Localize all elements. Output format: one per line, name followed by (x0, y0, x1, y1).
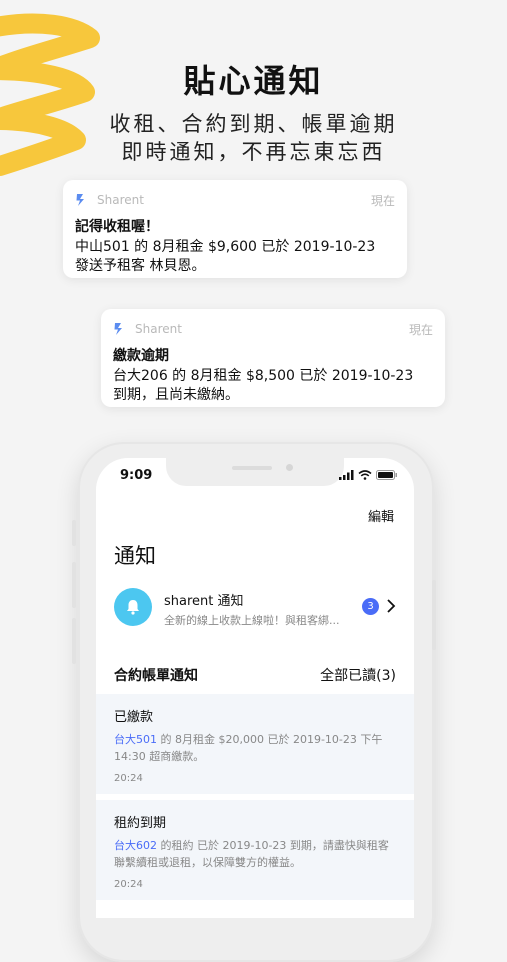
sharent-logo-icon (114, 323, 122, 335)
hero-subtitle-line2: 即時通知，不再忘東忘西 (121, 140, 386, 164)
push-notification-card[interactable]: Sharent 現在 繳款逾期 台大206 的 8月租金 $8,500 已於 2… (101, 309, 445, 407)
camera-icon (286, 464, 293, 471)
bell-icon (114, 588, 152, 626)
push-body: 中山501 的 8月租金 $9,600 已於 2019-10-23 發送予租客 … (75, 238, 395, 276)
chevron-right-icon (387, 599, 396, 613)
hero-subtitle-line1: 收租、合約到期、帳單逾期 (109, 112, 398, 136)
push-body: 台大206 的 8月租金 $8,500 已於 2019-10-23 到期，且尚未… (113, 367, 433, 405)
unread-count-badge: 3 (362, 598, 379, 615)
push-body-line2: 到期，且尚未繳納。 (113, 387, 239, 403)
notification-body: 台大602 的租約 已於 2019-10-23 到期，請盡快與租客聯繫續租或退租… (114, 837, 396, 871)
mark-all-read-button[interactable]: 全部已讀(3) (320, 665, 396, 685)
speaker-grille (232, 466, 272, 470)
notification-body: 台大501 的 8月租金 $20,000 已於 2019-10-23 下午14:… (114, 731, 396, 765)
phone-screen: 9:09 編輯 通知 sharent 通知 全新的線上收款上線啦！與租客綁...… (96, 458, 414, 918)
push-time: 現在 (370, 193, 395, 208)
phone-notch (166, 458, 344, 486)
property-link[interactable]: 台大602 (114, 839, 157, 852)
push-body-line2: 發送予租客 林貝恩。 (75, 258, 206, 274)
push-app-name: Sharent (135, 322, 182, 336)
phone-side-button (72, 562, 76, 608)
system-notification-row[interactable]: sharent 通知 全新的線上收款上線啦！與租客綁... 3 (114, 588, 404, 632)
phone-side-button (432, 580, 436, 650)
status-bar-time: 9:09 (120, 468, 153, 483)
wifi-icon (358, 470, 372, 480)
notification-time: 20:24 (114, 879, 143, 890)
list-item[interactable]: 租約到期 台大602 的租約 已於 2019-10-23 到期，請盡快與租客聯繫… (96, 800, 414, 900)
property-link[interactable]: 台大501 (114, 733, 157, 746)
page-title: 通知 (114, 544, 156, 568)
push-app-name: Sharent (97, 193, 144, 207)
notification-title: 租約到期 (114, 816, 167, 831)
push-notification-card[interactable]: Sharent 現在 記得收租喔！ 中山501 的 8月租金 $9,600 已於… (63, 180, 407, 278)
push-title: 記得收租喔！ (75, 219, 159, 235)
phone-side-button (72, 618, 76, 664)
battery-icon (376, 470, 397, 480)
notification-time: 20:24 (114, 773, 143, 784)
list-item[interactable]: 已繳款 台大501 的 8月租金 $20,000 已於 2019-10-23 下… (96, 694, 414, 800)
phone-side-button (72, 520, 76, 546)
section-title: 合約帳單通知 (114, 668, 198, 684)
edit-button[interactable]: 編輯 (368, 506, 394, 525)
section-header: 合約帳單通知 全部已讀(3) (114, 665, 396, 685)
push-body-line1: 台大206 的 8月租金 $8,500 已於 2019-10-23 (113, 368, 414, 384)
hero-subtitle: 收租、合約到期、帳單逾期 即時通知，不再忘東忘西 (0, 110, 507, 166)
system-notification-name: sharent 通知 (164, 594, 244, 609)
system-notification-preview: 全新的線上收款上線啦！與租客綁... (164, 614, 340, 627)
notification-title: 已繳款 (114, 710, 154, 725)
hero-title: 貼心通知 (183, 62, 324, 100)
push-body-line1: 中山501 的 8月租金 $9,600 已於 2019-10-23 (75, 239, 376, 255)
push-time: 現在 (408, 322, 433, 337)
push-title: 繳款逾期 (113, 348, 169, 364)
status-bar-icons (339, 470, 398, 480)
notification-list: 已繳款 台大501 的 8月租金 $20,000 已於 2019-10-23 下… (96, 694, 414, 900)
sharent-logo-icon (76, 194, 84, 206)
signal-icon (339, 470, 354, 480)
